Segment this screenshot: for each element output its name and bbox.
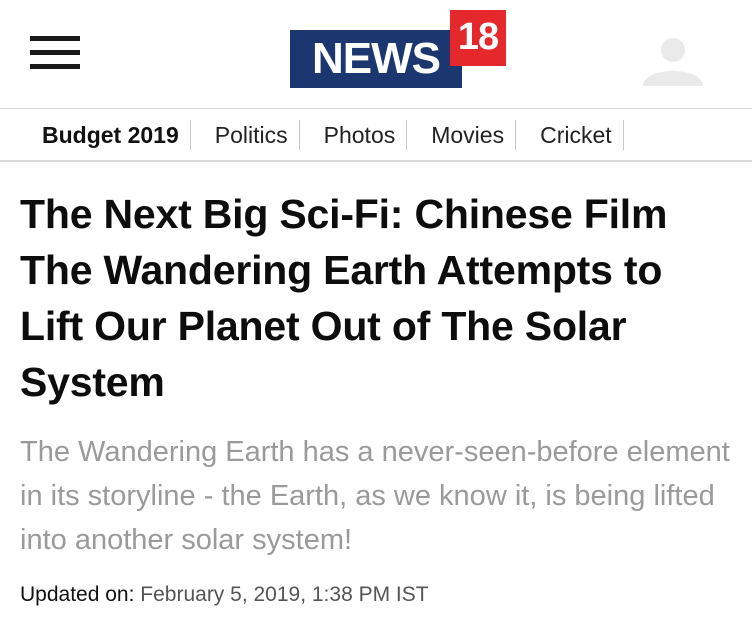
nav-item-photos[interactable]: Photos bbox=[318, 119, 408, 150]
menu-line bbox=[30, 50, 80, 55]
updated-label: Updated on: bbox=[20, 583, 135, 606]
article-updated: Updated on: February 5, 2019, 1:38 PM IS… bbox=[20, 580, 429, 610]
article-summary: The Wandering Earth has a never-seen-bef… bbox=[20, 436, 730, 556]
logo-number: 18 bbox=[450, 10, 506, 66]
user-icon bbox=[643, 38, 703, 86]
nav-item-politics[interactable]: Politics bbox=[209, 119, 300, 150]
menu-line bbox=[30, 64, 80, 69]
nav-item-budget-2019[interactable]: Budget 2019 bbox=[36, 119, 191, 150]
menu-line bbox=[30, 36, 80, 41]
news18-logo[interactable]: NEWS 18 bbox=[290, 10, 512, 90]
nav-item-movies[interactable]: Movies bbox=[425, 119, 517, 150]
logo-word: NEWS bbox=[290, 30, 462, 88]
article-headline: The Next Big Sci-Fi: Chinese Film The Wa… bbox=[20, 191, 668, 405]
category-nav: Budget 2019 Politics Photos Movies Crick… bbox=[0, 109, 752, 162]
updated-timestamp: February 5, 2019, 1:38 PM IST bbox=[140, 583, 429, 606]
nav-item-cricket[interactable]: Cricket bbox=[534, 119, 624, 150]
hamburger-menu-icon[interactable] bbox=[30, 36, 80, 70]
site-header: NEWS 18 bbox=[0, 0, 752, 109]
